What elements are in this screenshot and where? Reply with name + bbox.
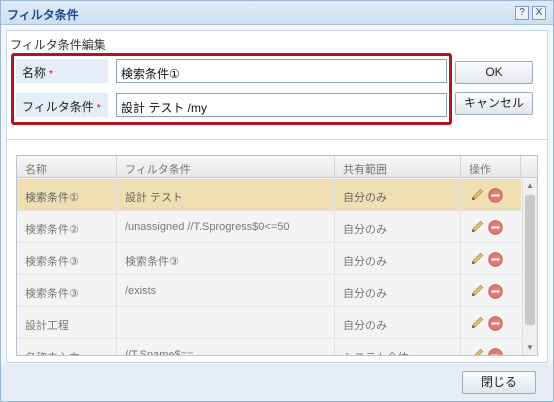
row-action-icons [469, 315, 509, 331]
filter-grid: 名称 フィルタ条件 共有範囲 操作 検索条件① 設計 テスト 自分のみ 検索条件②/u… [16, 155, 538, 356]
row-filter: 設計 テスト [117, 179, 335, 211]
remove-icon[interactable] [488, 348, 503, 356]
row-scope: 自分のみ [335, 275, 461, 307]
filter-dialog: フィルタ条件 ? X フィルタ条件編集 名称* フィルタ条件* OK キャンセル… [0, 0, 554, 402]
row-filter: 検索条件③ [117, 243, 335, 275]
name-input[interactable] [116, 59, 447, 83]
row-filter: //T.Sname$== [117, 339, 335, 355]
remove-icon[interactable] [488, 284, 503, 299]
row-action-icons [469, 347, 509, 356]
column-header-spacer [521, 156, 537, 178]
table-row[interactable]: 検索条件③ 検索条件③ 自分のみ [17, 243, 521, 275]
row-name: 検索条件② [17, 211, 117, 243]
pencil-icon[interactable] [469, 251, 485, 267]
grid-scrollbar[interactable]: ▲ ▼ [522, 179, 537, 355]
close-window-button[interactable]: X [532, 6, 546, 20]
ok-button[interactable]: OK [455, 61, 533, 84]
scroll-down-icon[interactable]: ▼ [523, 341, 537, 355]
filter-input[interactable] [116, 93, 447, 117]
divider [7, 139, 547, 140]
filter-label: フィルタ条件 * [16, 93, 108, 117]
title-bar[interactable]: フィルタ条件 ? X [1, 1, 553, 25]
help-button[interactable]: ? [515, 6, 529, 20]
table-row[interactable]: 検索条件②/unassigned //T.Sprogress$0<=50 自分のみ [17, 211, 521, 243]
row-scope: 自分のみ [335, 243, 461, 275]
row-filter: /unassigned //T.Sprogress$0<=50 [117, 211, 335, 243]
row-name: 検索条件① [17, 179, 117, 211]
row-action-icons [469, 251, 509, 267]
table-row[interactable]: 名称未入力//T.Sname$==システム全体 [17, 339, 521, 356]
row-filter [117, 307, 335, 339]
table-row[interactable]: 検索条件③/exists 自分のみ [17, 275, 521, 307]
remove-icon[interactable] [488, 188, 503, 203]
pencil-icon[interactable] [469, 347, 485, 356]
name-label-text: 名称 [22, 66, 47, 80]
row-name: 検索条件③ [17, 243, 117, 275]
row-action-icons [469, 187, 509, 203]
required-mark: * [49, 69, 53, 80]
row-scope: 自分のみ [335, 307, 461, 339]
section-title: フィルタ条件編集 [10, 38, 106, 52]
table-row[interactable]: 設計工程 自分のみ [17, 307, 521, 339]
row-scope: 自分のみ [335, 179, 461, 211]
pencil-icon[interactable] [469, 315, 485, 331]
column-header-actions: 操作 [461, 156, 521, 178]
grid-header: 名称 フィルタ条件 共有範囲 操作 [17, 156, 537, 178]
remove-icon[interactable] [488, 316, 503, 331]
row-name: 検索条件③ [17, 275, 117, 307]
table-row[interactable]: 検索条件① 設計 テスト 自分のみ [17, 179, 521, 211]
pencil-icon[interactable] [469, 283, 485, 299]
row-name: 設計工程 [17, 307, 117, 339]
column-header-name[interactable]: 名称 [17, 156, 117, 178]
scroll-up-icon[interactable]: ▲ [523, 179, 537, 193]
scroll-thumb[interactable] [525, 195, 535, 325]
pencil-icon[interactable] [469, 187, 485, 203]
filter-label-text: フィルタ条件 [22, 100, 94, 114]
pencil-icon[interactable] [469, 219, 485, 235]
required-mark: * [96, 103, 101, 114]
column-header-scope[interactable]: 共有範囲 [335, 156, 461, 178]
row-scope: システム全体 [335, 339, 461, 355]
row-filter: /exists [117, 275, 335, 307]
remove-icon[interactable] [488, 252, 503, 267]
name-label: 名称 * [16, 59, 108, 83]
dialog-title: フィルタ条件 [7, 8, 79, 22]
row-name: 名称未入力 [17, 339, 117, 355]
close-button[interactable]: 閉じる [462, 371, 536, 394]
row-scope: 自分のみ [335, 211, 461, 243]
row-action-icons [469, 283, 509, 299]
column-header-filter[interactable]: フィルタ条件 [117, 156, 335, 178]
cancel-button[interactable]: キャンセル [455, 92, 533, 115]
row-action-icons [469, 219, 509, 235]
remove-icon[interactable] [488, 220, 503, 235]
